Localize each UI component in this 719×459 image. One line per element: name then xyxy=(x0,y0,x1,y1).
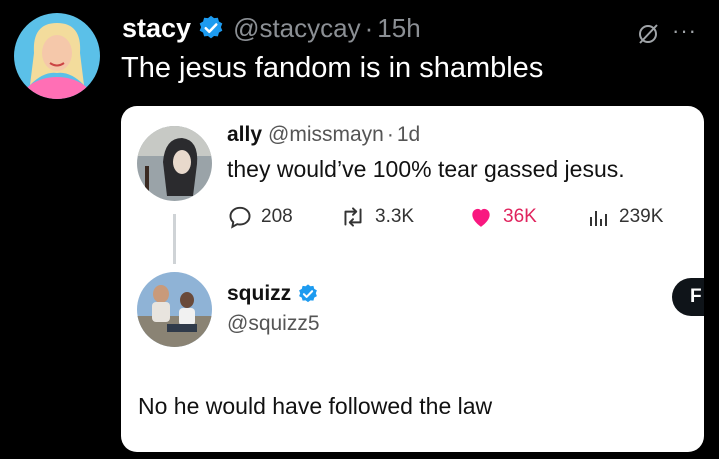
reply-post-text: No he would have followed the law xyxy=(138,393,493,419)
handle[interactable]: @missmayn xyxy=(268,123,384,147)
display-name[interactable]: stacy xyxy=(122,13,191,44)
quoted-post-text: they would’ve 100% tear gassed jesus. xyxy=(227,156,625,182)
display-name[interactable]: squizz xyxy=(227,282,291,306)
engagement-bar: 208 3.3K 36K 239K xyxy=(227,204,687,234)
retweet-icon xyxy=(344,207,362,227)
reply-count: 208 xyxy=(261,206,293,227)
handle[interactable]: @stacycay xyxy=(233,13,361,44)
reply-header: squizz xyxy=(227,282,319,306)
retweet-button[interactable]: 3.3K xyxy=(339,204,414,230)
timestamp[interactable]: 1d xyxy=(397,123,420,147)
retweet-count: 3.3K xyxy=(375,206,415,227)
avatar-ally[interactable] xyxy=(137,126,212,201)
more-options-icon[interactable]: ··· xyxy=(672,18,697,44)
like-button[interactable]: 36K xyxy=(467,204,537,230)
avatar-stacy[interactable] xyxy=(14,13,100,99)
separator-dot: · xyxy=(364,12,374,43)
thread-connector-line xyxy=(173,214,176,264)
edited-slash-icon[interactable] xyxy=(636,22,660,46)
reply-icon xyxy=(229,206,251,229)
like-count: 36K xyxy=(503,206,537,227)
follow-button[interactable]: F xyxy=(672,278,704,316)
views-count: 239K xyxy=(619,206,664,227)
heart-filled-icon xyxy=(472,208,490,227)
separator-dot: · xyxy=(386,123,394,146)
post-header: stacy @stacycay · 15h xyxy=(122,8,421,48)
reply-button[interactable]: 208 xyxy=(227,204,293,230)
avatar-squizz[interactable] xyxy=(137,272,212,347)
handle[interactable]: @squizz5 xyxy=(227,312,320,336)
verified-badge-icon xyxy=(299,284,318,303)
verified-badge-icon xyxy=(199,15,223,39)
post-text: The jesus fandom is in shambles xyxy=(121,52,544,84)
embedded-screenshot-card: ally @missmayn · 1d they would’ve 100% t… xyxy=(121,106,704,452)
quoted-post-header: ally @missmayn · 1d xyxy=(227,123,420,147)
views-button[interactable]: 239K xyxy=(587,204,663,230)
timestamp[interactable]: 15h xyxy=(377,13,420,44)
display-name[interactable]: ally xyxy=(227,123,262,147)
views-chart-icon xyxy=(590,211,607,226)
